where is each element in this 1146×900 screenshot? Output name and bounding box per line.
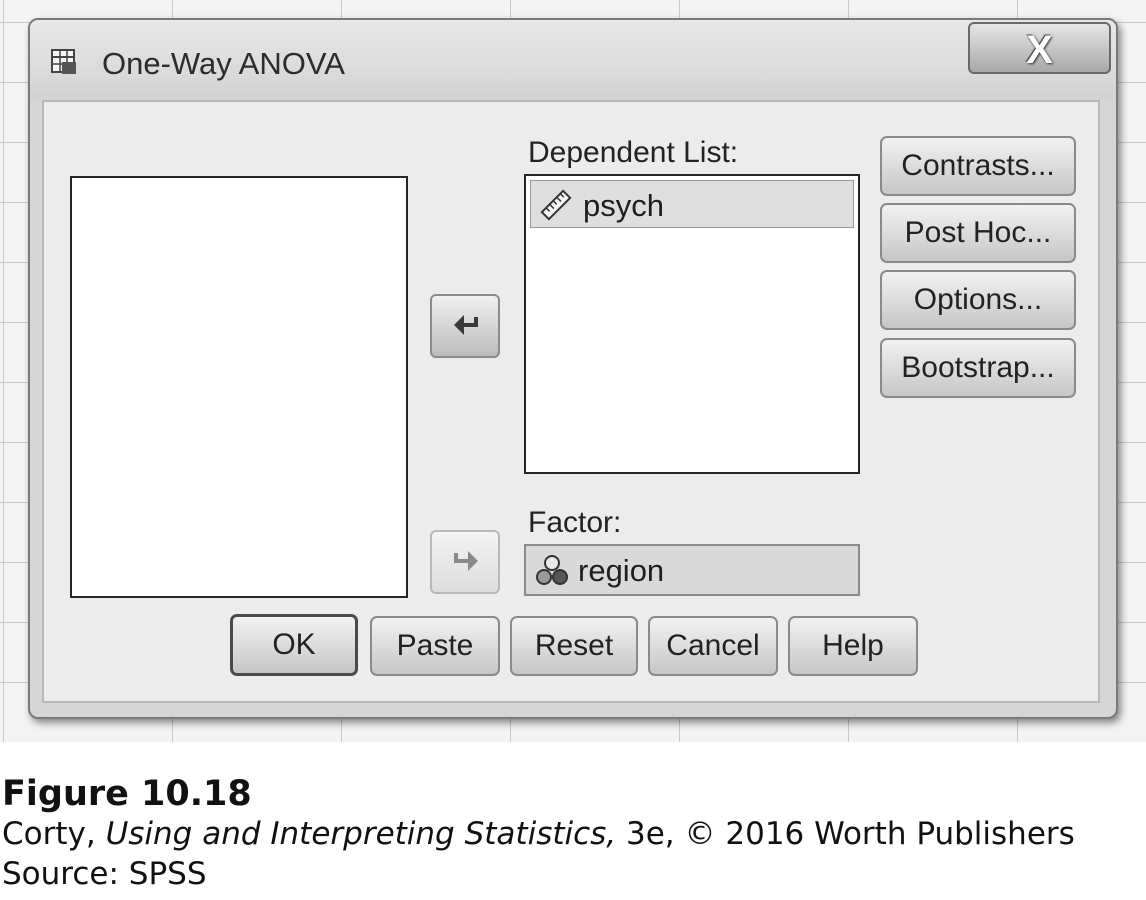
options-button[interactable]: Options... <box>880 270 1076 330</box>
help-button[interactable]: Help <box>788 616 918 676</box>
contrasts-button[interactable]: Contrasts... <box>880 136 1076 196</box>
credit-publisher: 3e, © 2016 Worth Publishers <box>616 816 1075 852</box>
paste-button[interactable]: Paste <box>370 616 500 676</box>
one-way-anova-dialog: One-Way ANOVA X Dependent List: psych Fa… <box>28 18 1118 719</box>
dependent-list[interactable]: psych <box>524 174 860 474</box>
variable-name: psych <box>583 188 664 223</box>
arrow-right-icon <box>454 551 478 571</box>
cancel-button[interactable]: Cancel <box>648 616 778 676</box>
figure-credit: Corty, Using and Interpreting Statistics… <box>2 816 1075 852</box>
bootstrap-button[interactable]: Bootstrap... <box>880 338 1076 398</box>
post-hoc-button[interactable]: Post Hoc... <box>880 203 1076 263</box>
move-to-dependent-button[interactable] <box>430 294 500 358</box>
factor-field[interactable]: region <box>524 544 860 596</box>
nominal-circles-icon <box>536 555 568 585</box>
factor-value: region <box>578 553 665 588</box>
reset-button[interactable]: Reset <box>510 616 638 676</box>
list-item[interactable]: psych <box>530 180 854 228</box>
close-icon: X <box>1026 28 1053 72</box>
arrow-left-icon <box>454 315 478 335</box>
credit-book-title: Using and Interpreting Statistics, <box>105 816 617 852</box>
dependent-list-label: Dependent List: <box>528 136 739 169</box>
figure-source: Source: SPSS <box>2 856 207 892</box>
dialog-title: One-Way ANOVA <box>102 46 345 81</box>
source-variable-list[interactable] <box>70 176 408 598</box>
figure-label: Figure 10.18 <box>2 774 252 814</box>
ruler-scale-icon <box>540 189 572 221</box>
dialog-body: Dependent List: psych Factor: region Con… <box>42 100 1100 703</box>
close-button[interactable]: X <box>968 22 1111 74</box>
credit-author: Corty, <box>2 816 106 852</box>
ok-button[interactable]: OK <box>230 614 358 676</box>
title-bar: One-Way ANOVA X <box>30 20 1116 100</box>
spss-table-icon <box>51 49 76 74</box>
move-to-factor-button[interactable] <box>430 530 500 594</box>
factor-label: Factor: <box>528 506 622 539</box>
